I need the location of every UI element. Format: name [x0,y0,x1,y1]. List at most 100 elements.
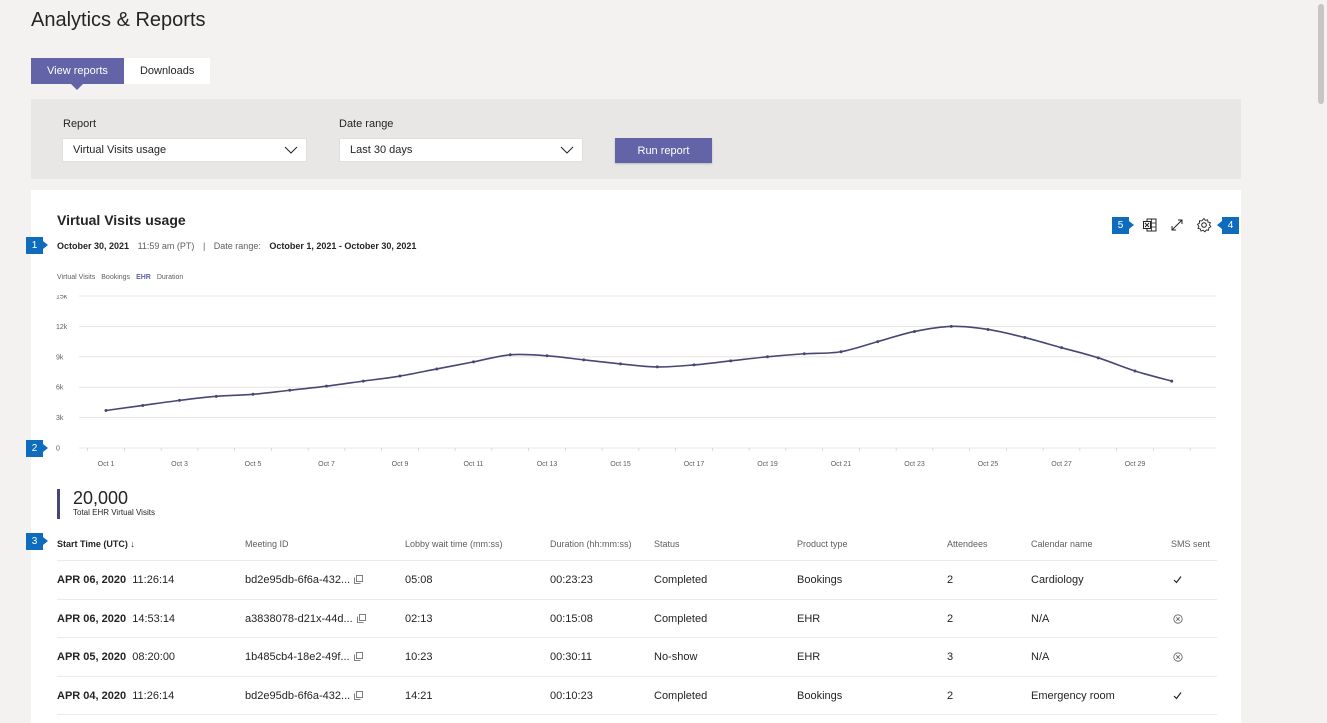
report-date: October 30, 2021 [57,241,130,251]
cell-time: 14:53:14 [132,612,176,625]
x-tick-label: Oct 15 [610,461,631,468]
table-header: Start Time (UTC) ↓ Meeting ID Lobby wait… [57,533,1217,561]
column-header-status[interactable]: Status [654,539,680,549]
copy-icon[interactable] [354,690,364,700]
cell-time: 11:26:14 [132,574,175,586]
column-header-product-type[interactable]: Product type [797,539,848,549]
meta-separator: | [202,241,206,251]
legend-item-virtual-visits[interactable]: Virtual Visits [57,274,95,281]
y-tick-label: 12k [56,324,68,331]
cell-meeting-id: bd2e95db-6f6a-432... [245,689,364,702]
run-report-button[interactable]: Run report [615,138,712,163]
y-tick-label: 9k [56,354,64,361]
date-range-meta-label: Date range: [213,241,261,251]
legend-item-bookings[interactable]: Bookings [101,274,130,281]
series-line-ehr [105,325,1172,412]
expand-icon[interactable] [1169,217,1185,233]
data-point [692,363,696,367]
data-point [986,327,990,331]
date-range-select-value: Last 30 days [350,144,413,156]
cell-sms-sent [1173,652,1183,665]
cell-attendees: 2 [947,574,954,586]
cell-start-time: APR 04, 2020 11:26:14 [57,690,174,702]
data-point [1170,379,1174,383]
table-row[interactable]: APR 06, 2020 14:53:14 a3838078-d21x-44d..… [57,600,1217,638]
cell-calendar-name: Cardiology [1031,574,1084,586]
meeting-id-text: a3838078-d21x-44d... [245,612,353,625]
report-card: Virtual Visits usage October 30, 2021 11… [31,190,1241,723]
column-header-meeting-id[interactable]: Meeting ID [245,539,289,549]
callout-badge-4: 4 [1217,217,1239,234]
legend-item-duration[interactable]: Duration [157,274,183,281]
cell-product-type: Bookings [797,574,843,586]
cell-lobby-wait: 05:08 [405,574,433,586]
tab-downloads[interactable]: Downloads [123,58,211,84]
data-point [582,358,586,362]
chevron-down-icon [284,146,298,154]
x-tick-label: Oct 3 [171,461,188,468]
meeting-id-text: 1b485cb4-18e2-49f... [245,651,350,663]
x-tick-label: Oct 27 [1051,461,1072,468]
table-row[interactable]: APR 06, 2020 11:26:14 bd2e95db-6f6a-432..… [57,561,1217,600]
copy-icon[interactable] [353,652,363,661]
page-scrollbar[interactable] [1318,4,1324,104]
report-meta: October 30, 2021 11:59 am (PT) | Date ra… [57,241,416,251]
report-select[interactable]: Virtual Visits usage [62,138,307,162]
column-header-calendar-name[interactable]: Calendar name [1031,539,1093,549]
copy-icon[interactable] [354,575,364,584]
data-point [545,354,549,358]
cell-start-time: APR 06, 2020 11:26:14 [57,574,174,586]
tab-view-reports[interactable]: View reports [31,58,124,90]
table-row[interactable]: APR 04, 2020 11:26:14 bd2e95db-6f6a-432..… [57,677,1217,715]
cell-meeting-id: 1b485cb4-18e2-49f... [245,651,363,663]
settings-icon[interactable] [1196,217,1212,233]
x-tick-label: Oct 9 [392,461,409,468]
report-title: Virtual Visits usage [57,212,186,228]
column-header-duration[interactable]: Duration (hh:mm:ss) [550,539,632,549]
cell-date: APR 06, 2020 [57,574,127,586]
cell-attendees: 2 [947,612,954,625]
cell-status: No-show [654,651,698,663]
data-point [913,329,916,333]
legend-item-ehr[interactable]: EHR [136,274,151,281]
cell-time: 08:20:00 [132,651,176,663]
data-point [104,409,108,413]
chart-legend: Virtual Visits Bookings EHR Duration [57,274,183,281]
cell-start-time: APR 05, 2020 08:20:00 [57,651,175,663]
y-tick-label: 3k [56,415,64,422]
column-header-sms-sent[interactable]: SMS sent [1171,539,1210,549]
report-select-value: Virtual Visits usage [73,144,167,156]
excel-icon[interactable] [1142,217,1158,233]
cell-attendees: 2 [947,689,954,702]
cell-lobby-wait: 02:13 [405,612,433,625]
cell-meeting-id: bd2e95db-6f6a-432... [245,574,364,586]
cell-duration: 00:15:08 [550,612,593,625]
cell-meeting-id: a3838078-d21x-44d... [245,613,366,625]
meeting-id-text: bd2e95db-6f6a-432... [245,689,351,702]
x-tick-label: Oct 1 [98,461,115,468]
x-tick-label: Oct 11 [463,461,483,468]
copy-icon[interactable] [356,613,366,623]
data-point [729,359,733,363]
cell-product-type: EHR [797,612,821,625]
x-tick-label: Oct 5 [245,461,262,468]
cell-calendar-name: Emergency room [1031,689,1115,702]
data-point [398,374,402,378]
data-point [1133,369,1137,373]
total-label: Total EHR Virtual Visits [73,508,155,517]
cell-sms-sent [1173,691,1182,703]
table-row[interactable]: APR 05, 2020 08:20:00 1b485cb4-18e2-49f..… [57,638,1217,677]
check-icon [1173,576,1182,584]
column-header-start-time[interactable]: Start Time (UTC) ↓ [57,539,135,549]
date-range-select[interactable]: Last 30 days [339,138,583,162]
column-header-attendees[interactable]: Attendees [947,539,988,549]
data-point [325,384,328,388]
cell-calendar-name: N/A [1031,612,1050,625]
cell-lobby-wait: 10:23 [405,651,433,663]
x-tick-label: Oct 7 [318,461,335,468]
x-tick-label: Oct 23 [904,461,925,468]
data-point [949,324,953,328]
page-title: Analytics & Reports [31,9,206,31]
data-point [435,367,439,371]
column-header-lobby-wait[interactable]: Lobby wait time (mm:ss) [405,539,503,549]
